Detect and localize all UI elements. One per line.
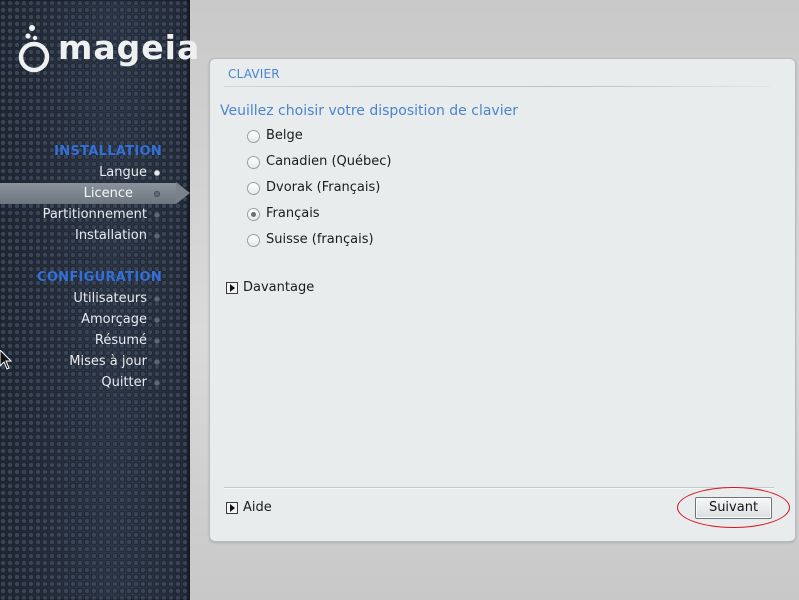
brand-name: mageia: [58, 28, 201, 67]
sidebar-item-label: Utilisateurs: [73, 291, 147, 306]
mouse-pointer-icon: [0, 350, 12, 370]
radio-label[interactable]: Français: [266, 204, 320, 224]
sidebar-item-licence: Licence: [0, 183, 176, 204]
expander-arrow-icon[interactable]: [226, 282, 238, 294]
step-indicator: [154, 359, 160, 365]
radio-label[interactable]: Belge: [266, 126, 303, 146]
radio-button[interactable]: [247, 234, 260, 247]
step-indicator: [154, 296, 160, 302]
section-title-configuration: CONFIGURATION: [36, 270, 162, 285]
mageia-logo: mageia: [18, 24, 199, 76]
active-step-arrow-icon: [176, 182, 190, 204]
step-indicator: [154, 380, 160, 386]
keyboard-prompt: Veuillez choisir votre disposition de cl…: [220, 103, 518, 119]
next-button[interactable]: Suivant: [695, 497, 772, 519]
sidebar-item-label: Amorçage: [81, 312, 147, 327]
sidebar-item-mises-a-jour: Mises à jour: [0, 351, 190, 372]
section-title-installation: INSTALLATION: [54, 144, 162, 159]
title-divider: [224, 86, 770, 87]
sidebar-item-label: Langue: [99, 165, 147, 180]
step-indicator: [154, 191, 160, 197]
step-indicator: [154, 212, 160, 218]
step-indicator: [154, 317, 160, 323]
sidebar-item-quitter: Quitter: [0, 372, 190, 393]
radio-button[interactable]: [247, 156, 260, 169]
sidebar-item-utilisateurs: Utilisateurs: [0, 288, 190, 309]
keyboard-panel: CLAVIER Veuillez choisir votre dispositi…: [209, 58, 796, 542]
sidebar: mageia INSTALLATION Langue Licence Parti…: [0, 0, 199, 600]
radio-button[interactable]: [247, 130, 260, 143]
sidebar-item-label: Quitter: [101, 375, 147, 390]
radio-label[interactable]: Canadien (Québec): [266, 152, 392, 172]
mageia-logo-icon: [18, 25, 50, 73]
sidebar-item-amorcage: Amorçage: [0, 309, 190, 330]
radio-button[interactable]: [247, 182, 260, 195]
sidebar-item-installation: Installation: [0, 225, 190, 246]
sidebar-item-partitionnement: Partitionnement: [0, 204, 190, 225]
more-label[interactable]: Davantage: [243, 279, 314, 297]
expander-arrow-icon[interactable]: [226, 502, 238, 514]
radio-button-selected[interactable]: [247, 208, 260, 221]
step-indicator: [154, 233, 160, 239]
sidebar-item-label: Installation: [74, 228, 147, 243]
radio-label[interactable]: Suisse (français): [266, 230, 374, 250]
step-done-indicator: [154, 170, 160, 176]
radio-label[interactable]: Dvorak (Français): [266, 178, 380, 198]
step-indicator: [154, 338, 160, 344]
sidebar-item-label: Licence: [83, 186, 133, 201]
sidebar-item-label: Partitionnement: [42, 207, 147, 222]
sidebar-item-resume: Résumé: [0, 330, 190, 351]
panel-title: CLAVIER: [228, 67, 280, 81]
sidebar-item-label: Mises à jour: [69, 354, 147, 369]
sidebar-item-label: Résumé: [94, 333, 147, 348]
bottom-divider: [224, 487, 774, 489]
sidebar-item-langue: Langue: [0, 162, 190, 183]
help-label[interactable]: Aide: [243, 499, 272, 517]
